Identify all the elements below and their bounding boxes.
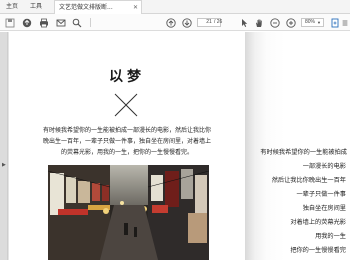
poem-line: 一辈子只做一件事	[296, 191, 347, 198]
more-icon[interactable]	[341, 17, 349, 28]
save-icon[interactable]	[4, 17, 15, 28]
page-down-icon[interactable]	[181, 17, 192, 28]
zoom-select[interactable]: 80% ▼	[301, 18, 324, 27]
mail-icon[interactable]	[55, 17, 66, 28]
zoom-in-icon[interactable]	[285, 17, 296, 28]
poem-line: 有时候我希望你的一生能被拍成	[260, 149, 347, 156]
poem-line: 独自坐在房间里	[302, 205, 346, 212]
page-total: / 26	[214, 19, 223, 25]
zoom-search-icon[interactable]	[71, 17, 82, 28]
paragraph-line: 晚出生一百年，一辈子只做一件事，独自坐在房间里，对着墙上	[42, 138, 211, 145]
poem-line: 然后让我比你晚出生一百年	[271, 177, 346, 184]
close-icon[interactable]: ✕	[133, 1, 138, 15]
tab-tools[interactable]: 工具	[26, 0, 46, 14]
tab-document[interactable]: 文艺范做文排版断... ✕	[54, 0, 142, 15]
street-photo	[48, 165, 209, 260]
poem-line: 用我的一生	[315, 233, 346, 240]
tab-document-label: 文艺范做文排版断...	[59, 4, 113, 11]
page-up-icon[interactable]	[165, 17, 176, 28]
page-title: 以梦	[109, 69, 145, 85]
tab-bar: 主页 工具 文艺范做文排版断... ✕	[0, 0, 350, 15]
cross-decoration	[114, 93, 138, 117]
chevron-right-icon: ▶	[2, 162, 6, 168]
zoom-out-icon[interactable]	[269, 17, 280, 28]
toolbar-separator	[90, 18, 91, 27]
page-right: 有时候我希望你的一生能被拍成 一部漫长的电影 然后让我比你晚出生一百年 一辈子只…	[245, 32, 350, 260]
pointer-icon[interactable]	[238, 17, 249, 28]
hand-icon[interactable]	[253, 17, 264, 28]
fit-page-icon[interactable]	[329, 17, 340, 28]
document-viewport[interactable]: ▶ 以梦 有时候我希望你的一生能被拍成一部漫长的电影，然后让我比你 晚出生一百年…	[0, 32, 350, 260]
zoom-value: 80%	[305, 19, 316, 25]
tab-home[interactable]: 主页	[2, 0, 22, 14]
chevron-down-icon: ▼	[317, 20, 321, 25]
poem-line: 把你的一生慢慢看完	[290, 247, 346, 254]
poem-line: 一部漫长的电影	[302, 163, 346, 170]
paragraph-line: 有时候我希望你的一生能被拍成一部漫长的电影，然后让我比你	[42, 127, 211, 134]
side-panel-toggle[interactable]: ▶	[0, 32, 8, 260]
paragraph-line: 的荧幕光影，用我的一生，把你的一生慢慢看完。	[60, 149, 193, 156]
upload-icon[interactable]	[21, 17, 32, 28]
poem-line: 对着墙上的荧幕光影	[290, 219, 346, 226]
print-icon[interactable]	[38, 17, 49, 28]
toolbar: 21 / 26 80% ▼	[0, 14, 350, 31]
page-left: 以梦 有时候我希望你的一生能被拍成一部漫长的电影，然后让我比你 晚出生一百年，一…	[9, 32, 245, 260]
